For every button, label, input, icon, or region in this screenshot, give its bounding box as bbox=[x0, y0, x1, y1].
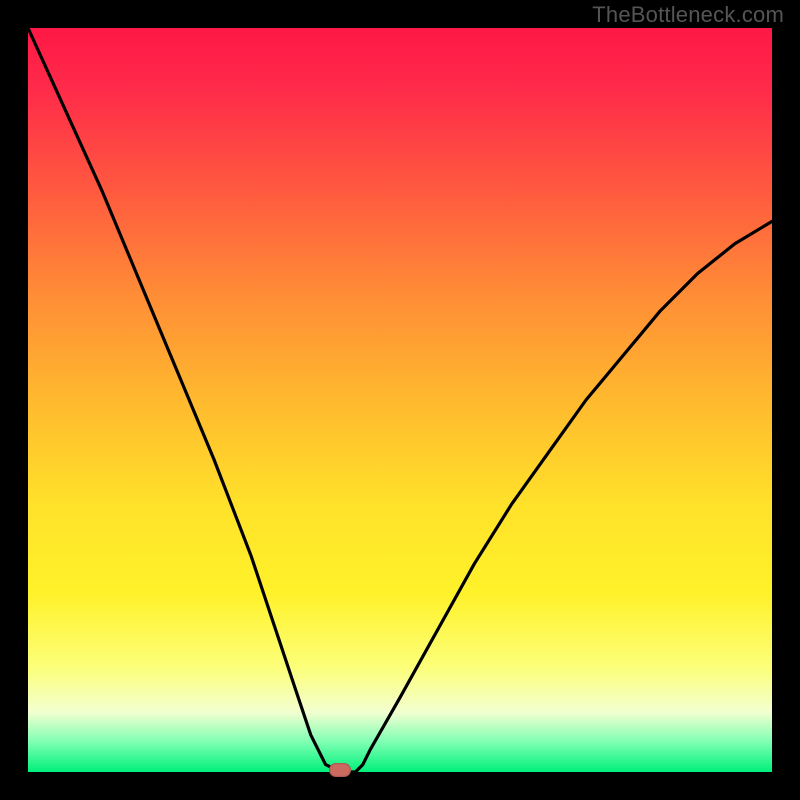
watermark-text: TheBottleneck.com bbox=[592, 2, 784, 28]
curve-svg bbox=[28, 28, 772, 772]
chart-frame: TheBottleneck.com bbox=[0, 0, 800, 800]
plot-area bbox=[28, 28, 772, 772]
optimal-marker bbox=[329, 763, 351, 777]
bottleneck-curve bbox=[28, 28, 772, 772]
